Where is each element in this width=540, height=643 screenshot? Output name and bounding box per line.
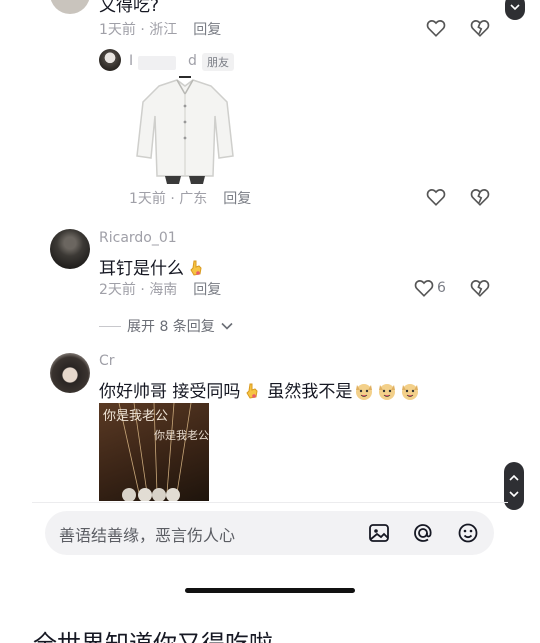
reply-author: I xyxy=(129,53,134,69)
comment-text-part-b: 虽然我不是 xyxy=(267,382,353,402)
reply-button[interactable]: 回复 xyxy=(193,282,221,298)
heart-icon xyxy=(414,280,434,297)
heart-icon xyxy=(426,189,446,206)
expand-divider xyxy=(99,325,121,327)
like-button[interactable] xyxy=(424,16,448,40)
hand-emoji-icon xyxy=(243,382,261,400)
comment-text: 又得吃? xyxy=(99,0,160,16)
dog-emoji-icon xyxy=(377,381,397,401)
shirt-illustration xyxy=(136,76,234,184)
reply-time-location: 1天前 · 广东 xyxy=(129,191,208,207)
comment-text: 你好帅哥 接受同吗 虽然我不是 xyxy=(99,377,420,402)
reply-button[interactable]: 回复 xyxy=(193,22,221,38)
dog-emoji-icon xyxy=(400,381,420,401)
avatar[interactable] xyxy=(50,229,90,269)
avatar[interactable] xyxy=(99,49,121,71)
expand-label: 展开 8 条回复 xyxy=(127,319,215,335)
comment-image[interactable]: 你是我老公 你是我老公 xyxy=(99,403,209,501)
like-button[interactable] xyxy=(424,185,448,209)
dislike-heart-icon xyxy=(470,280,490,297)
image-caption: 你是我老公 xyxy=(154,429,209,442)
comment-time-location: 1天前 · 浙江 xyxy=(99,22,178,38)
reply-author-suffix: d xyxy=(188,53,197,69)
mention-button[interactable] xyxy=(411,521,435,545)
dislike-heart-icon xyxy=(470,20,490,37)
friend-tag: 朋友 xyxy=(202,53,234,71)
comment-text-content: 耳钉是什么 xyxy=(99,259,184,279)
scroll-down-button[interactable] xyxy=(505,0,525,20)
emoji-button[interactable] xyxy=(456,521,480,545)
image-icon xyxy=(369,524,389,542)
expand-replies-button[interactable]: 展开 8 条回复 xyxy=(99,316,233,336)
post-title: 全世界知道你又得吃啦 xyxy=(33,624,273,643)
reply-meta: 1天前 · 广东 回复 xyxy=(129,188,251,208)
heart-icon xyxy=(426,20,446,37)
reply-button[interactable]: 回复 xyxy=(223,191,251,207)
dislike-heart-icon xyxy=(470,189,490,206)
hand-emoji-icon xyxy=(187,259,205,277)
comment-meta: 2天前 · 海南 回复 xyxy=(99,279,221,299)
like-count: 6 xyxy=(437,280,446,296)
chevron-down-icon xyxy=(509,491,519,498)
comment-text-part-a: 你好帅哥 接受同吗 xyxy=(99,382,241,402)
emoji-icon xyxy=(458,523,478,543)
dog-emoji-icon xyxy=(354,381,374,401)
comment-username[interactable]: Cr xyxy=(99,353,115,369)
dislike-button[interactable] xyxy=(468,185,492,209)
avatar[interactable] xyxy=(50,0,90,14)
image-picker-button[interactable] xyxy=(367,521,391,545)
image-caption: 你是我老公 xyxy=(103,409,169,424)
input-divider xyxy=(32,502,508,503)
comment-username[interactable]: Ricardo_01 xyxy=(99,230,177,246)
chevron-down-icon xyxy=(510,4,520,11)
comment-input[interactable]: 善语结善缘，恶言伤人心 xyxy=(59,522,235,546)
avatar[interactable] xyxy=(50,353,90,393)
chevron-up-icon xyxy=(509,474,519,481)
comment-text: 耳钉是什么 xyxy=(99,254,205,279)
dislike-button[interactable] xyxy=(468,276,492,300)
chevron-down-icon xyxy=(221,322,233,330)
home-indicator[interactable] xyxy=(185,588,355,593)
comment-meta: 1天前 · 浙江 回复 xyxy=(99,19,221,39)
like-button[interactable]: 6 xyxy=(414,276,454,300)
comment-input-bar[interactable]: 善语结善缘，恶言伤人心 xyxy=(45,511,494,555)
dislike-button[interactable] xyxy=(468,16,492,40)
reply-image[interactable] xyxy=(129,76,241,184)
at-icon xyxy=(414,524,432,542)
blurred-name-mask xyxy=(138,56,176,70)
comment-time-location: 2天前 · 海南 xyxy=(99,282,178,298)
